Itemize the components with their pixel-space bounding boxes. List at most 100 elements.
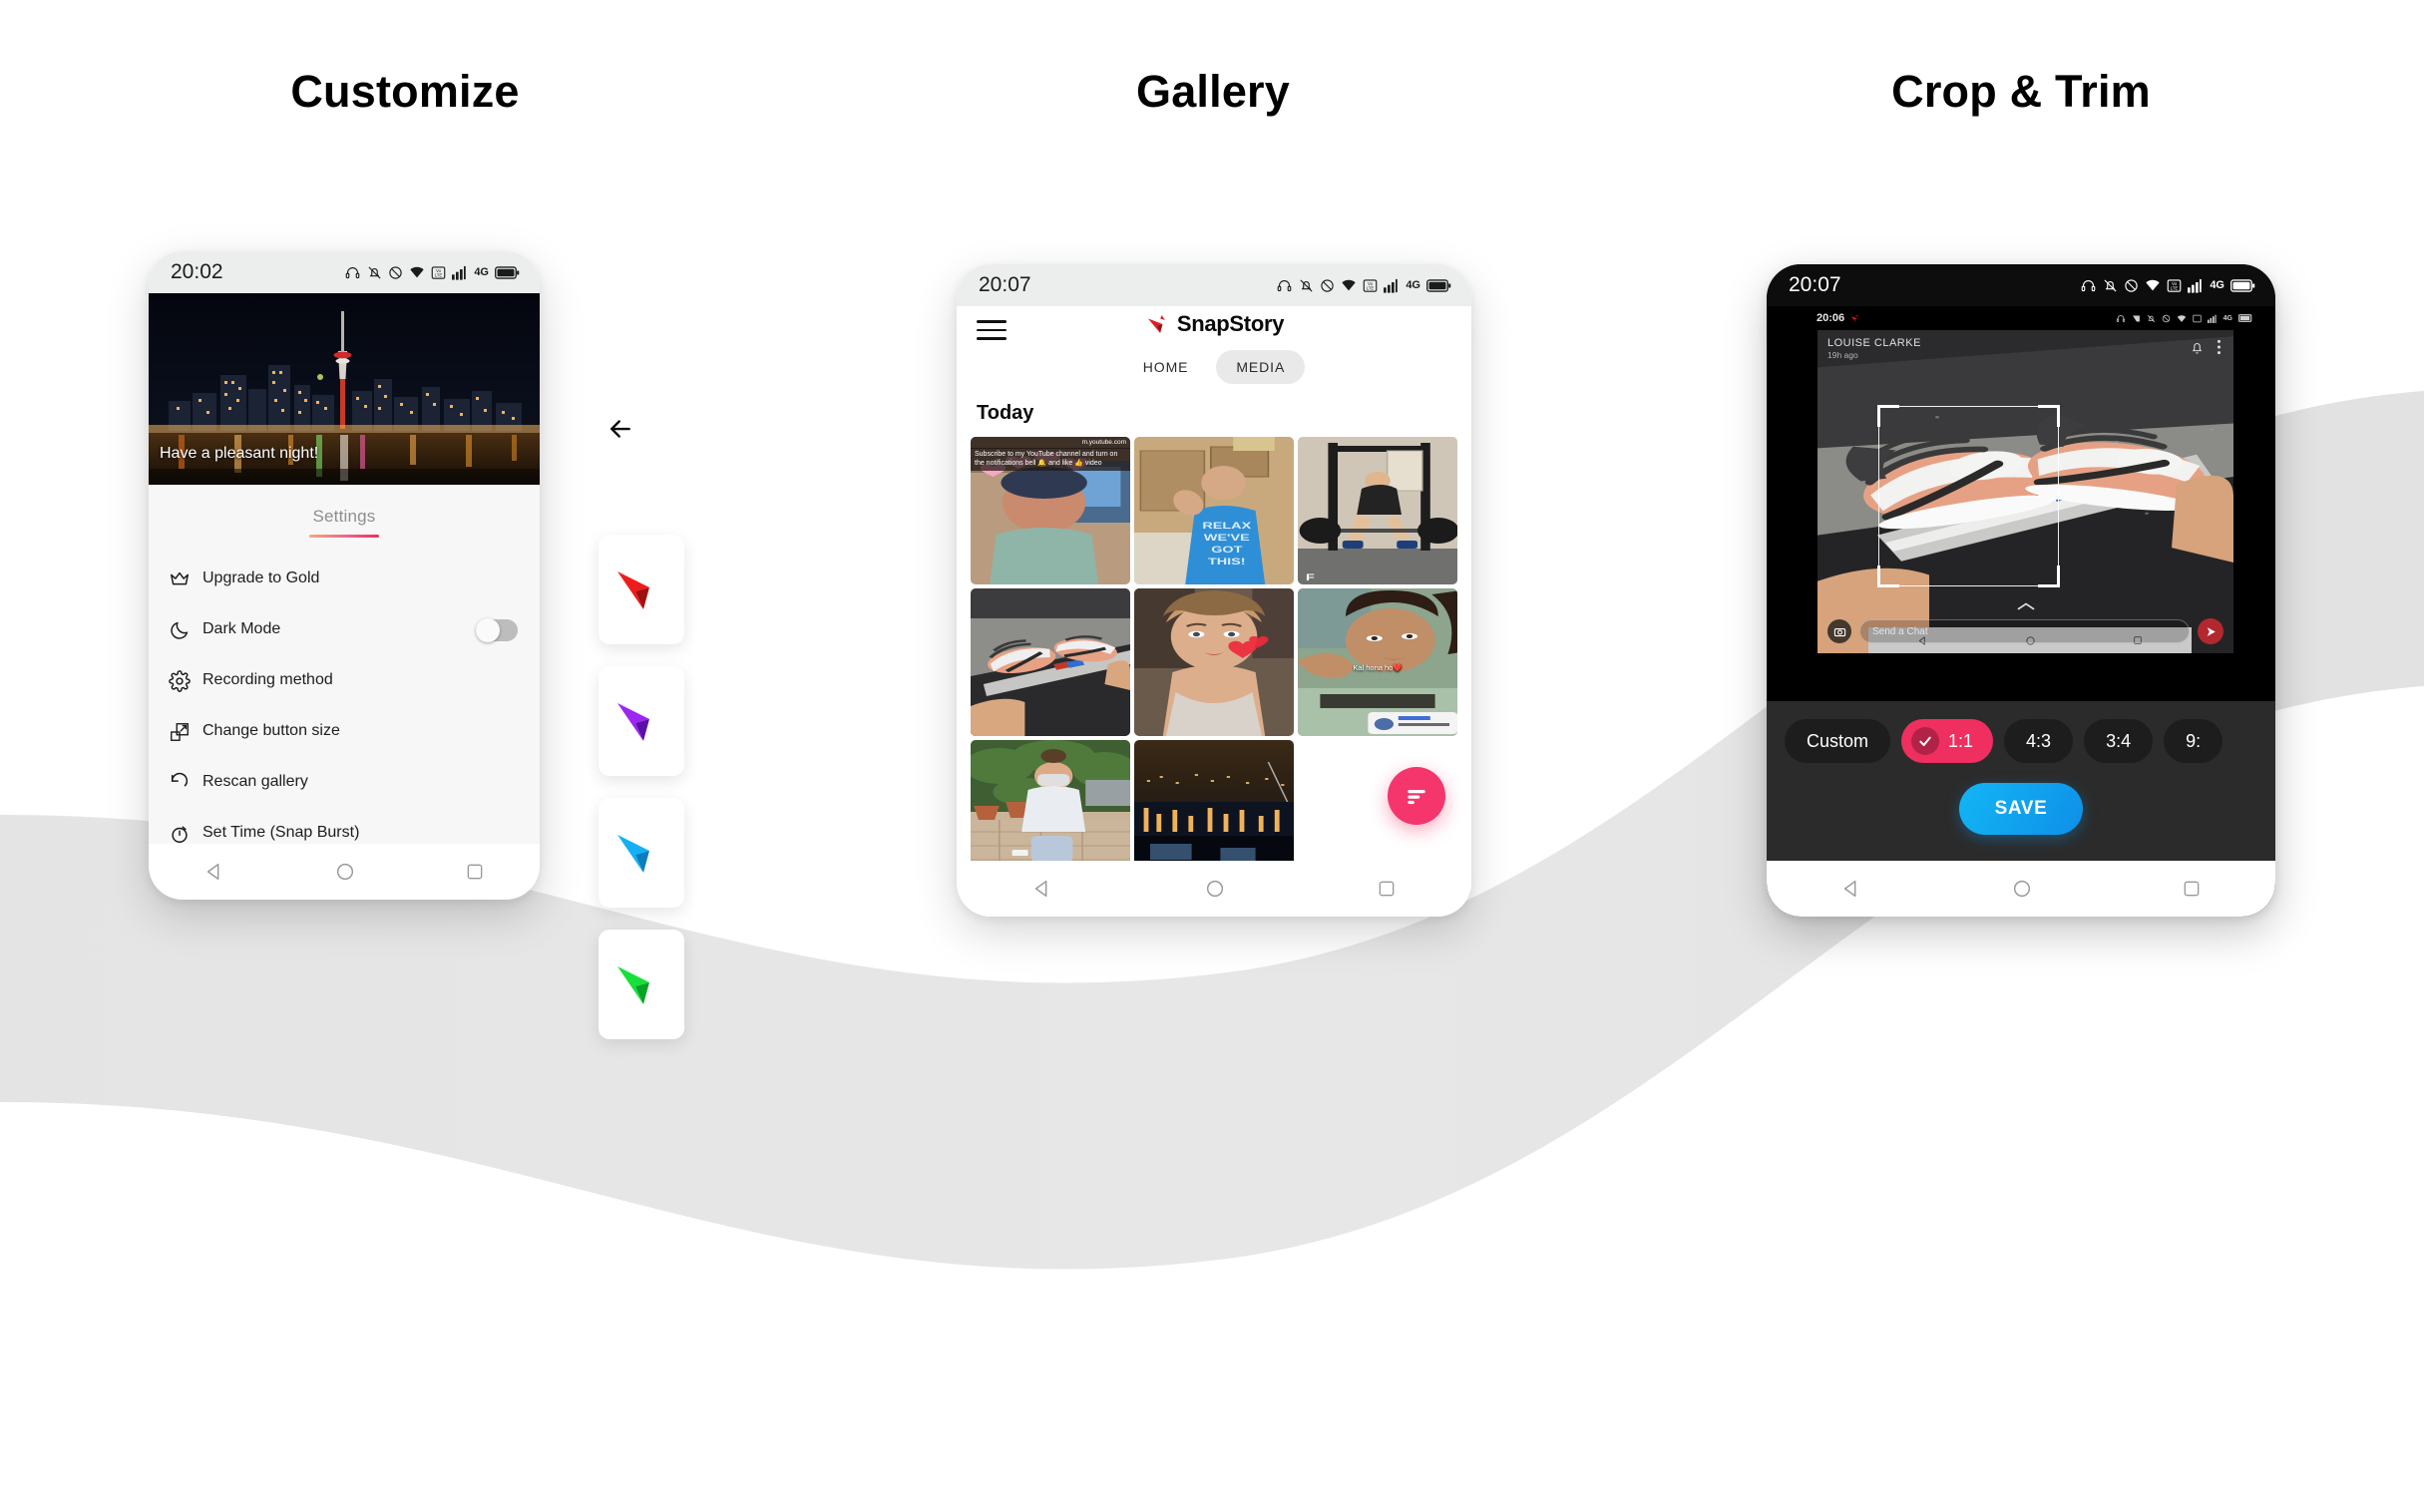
do-not-disturb-icon xyxy=(1321,278,1334,292)
cast-icon xyxy=(2132,315,2140,321)
bell-off-icon xyxy=(368,265,381,279)
thumb-overlay-caption: Subscribe to my YouTube channel and turn… xyxy=(971,447,1130,472)
back-nav-icon[interactable] xyxy=(1031,878,1053,900)
recents-nav-icon[interactable] xyxy=(2182,879,2202,899)
media-thumb-youtube-selfie[interactable]: m.youtube.com Subscribe to my YouTube ch… xyxy=(971,436,1130,584)
media-thumb-sneakers-car[interactable] xyxy=(971,587,1130,736)
headset-icon xyxy=(2082,279,2096,291)
settings-row-set-time[interactable]: Set Time (Snap Burst) xyxy=(149,808,540,844)
status-icons: Vo LTE 4G xyxy=(344,265,520,280)
crop-handle-top-left[interactable] xyxy=(1877,405,1900,428)
media-thumb-selfie-kiss[interactable] xyxy=(1134,587,1294,736)
crop-stage[interactable]: 20:06 4G LOUISE CLARKE 19h ago Send a Ch… xyxy=(1767,306,2275,701)
ratio-chip-3-4[interactable]: 3:4 xyxy=(2084,719,2154,763)
android-nav-bar-phone2 xyxy=(957,861,1471,917)
media-thumb-girl-bed[interactable]: Kal hona ho❤️ xyxy=(1298,587,1457,736)
arrow-left-icon xyxy=(610,420,630,438)
color-variant-card-green[interactable] xyxy=(599,930,684,1039)
heading-customize: Customize xyxy=(290,66,520,117)
back-nav-icon[interactable] xyxy=(203,861,225,883)
star-icon-green xyxy=(617,966,649,1004)
bell-icon[interactable] xyxy=(2190,340,2205,355)
sort-filter-fab[interactable] xyxy=(1388,767,1445,825)
do-not-disturb-icon xyxy=(389,265,402,279)
star-icon-purple xyxy=(617,703,649,741)
home-nav-icon[interactable] xyxy=(1204,878,1226,900)
section-title-today: Today xyxy=(977,401,1034,424)
settings-row-upgrade-to-gold[interactable]: Upgrade to Gold xyxy=(149,554,540,604)
settings-row-label: Rescan gallery xyxy=(202,773,308,791)
media-thumb-city-night[interactable]: MORGAN STANLEY xyxy=(1134,739,1294,861)
android-nav-bar-phone1 xyxy=(149,844,540,900)
recents-nav-icon[interactable] xyxy=(465,862,485,882)
ratio-chip-label: 3:4 xyxy=(2106,730,2132,751)
signal-bars-icon xyxy=(452,265,467,280)
battery-icon xyxy=(495,265,520,279)
media-thumb-relax-tshirt[interactable]: RELAX WE'VE GOT THIS! xyxy=(1134,436,1294,584)
recents-nav-icon[interactable] xyxy=(1377,879,1397,899)
app-brand: SnapStory xyxy=(1144,311,1284,337)
settings-tab-header[interactable]: Settings xyxy=(149,485,540,540)
tab-home[interactable]: HOME xyxy=(1123,350,1209,384)
crop-handle-bottom-left[interactable] xyxy=(1877,565,1900,587)
toggle-dark-mode[interactable] xyxy=(476,617,518,642)
aspect-ratio-chips: Custom 1:1 4:3 3:4 9: xyxy=(1767,719,2275,763)
signal-bars-icon xyxy=(1384,278,1399,293)
svg-text:LTE: LTE xyxy=(435,272,443,277)
color-variant-card-blue[interactable] xyxy=(599,798,684,908)
signal-bars-icon xyxy=(2188,278,2203,293)
save-button[interactable]: SAVE xyxy=(1959,783,2083,835)
send-a-chat-input[interactable]: Send a Chat xyxy=(1859,619,2190,643)
back-nav-icon[interactable] xyxy=(1840,878,1862,900)
hamburger-menu-icon[interactable] xyxy=(977,320,1007,340)
more-vertical-icon[interactable] xyxy=(2217,339,2222,355)
ratio-chip-label: Custom xyxy=(1807,730,1869,751)
ratio-chip-1-1[interactable]: 1:1 xyxy=(1901,719,1994,763)
heading-crop-trim: Crop & Trim xyxy=(1891,66,2151,117)
hero-caption: Have a pleasant night! xyxy=(160,445,319,462)
media-thumb-gym-deadlift[interactable]: F xyxy=(1298,436,1457,584)
chevron-up-icon[interactable] xyxy=(2015,601,2037,611)
inner-status-bar: 20:06 4G xyxy=(1767,306,2275,330)
settings-row-recording-method[interactable]: Recording method xyxy=(149,655,540,706)
status-bar-phone3: 20:07 Vo LTE 4G xyxy=(1767,264,2275,306)
color-variant-card-red[interactable] xyxy=(599,535,684,644)
ratio-chip-custom[interactable]: Custom xyxy=(1785,719,1891,763)
settings-row-change-button-size[interactable]: Change button size xyxy=(149,706,540,757)
home-nav-icon[interactable] xyxy=(2011,878,2033,900)
wifi-icon xyxy=(2177,314,2186,322)
hero-image-night-city: Have a pleasant night! xyxy=(149,293,540,485)
send-icon[interactable] xyxy=(2198,618,2223,644)
status-bar-phone2: 20:07 Vo LTE 4G xyxy=(957,264,1471,306)
crown-icon xyxy=(169,568,202,590)
do-not-disturb-icon xyxy=(2125,278,2138,292)
headset-icon xyxy=(2116,314,2125,322)
ratio-chip-label: 1:1 xyxy=(1948,730,1974,751)
back-arrow-button[interactable] xyxy=(599,407,642,451)
thumb-art xyxy=(971,587,1130,736)
status-bar-phone1: 20:02 Vo LTE 4G xyxy=(149,251,540,293)
ratio-chip-9-16[interactable]: 9: xyxy=(2164,719,2223,763)
media-thumb-street-mask[interactable] xyxy=(971,739,1130,861)
4g-icon: 4G xyxy=(2222,314,2232,322)
phone-crop-trim: 20:07 Vo LTE 4G 20:06 4G LOUISE CLARKE 1… xyxy=(1767,264,2275,917)
settings-row-dark-mode[interactable]: Dark Mode xyxy=(149,604,540,655)
home-nav-icon[interactable] xyxy=(334,861,356,883)
color-variant-card-purple[interactable] xyxy=(599,666,684,776)
settings-row-rescan-gallery[interactable]: Rescan gallery xyxy=(149,757,540,808)
bell-off-icon xyxy=(2104,278,2117,292)
signal-bars-icon xyxy=(2207,314,2217,323)
crop-selection-frame[interactable] xyxy=(1877,405,2060,587)
ratio-chip-4-3[interactable]: 4:3 xyxy=(2004,719,2074,763)
settings-row-label: Change button size xyxy=(202,722,340,740)
thumb-art: MORGAN STANLEY xyxy=(1134,739,1294,861)
tab-media[interactable]: MEDIA xyxy=(1216,349,1306,384)
phone-customize: 20:02 Vo LTE 4G Have a pleasant night! S… xyxy=(149,251,540,900)
settings-row-label: Dark Mode xyxy=(202,620,281,638)
crop-handle-top-right[interactable] xyxy=(2037,405,2060,428)
android-nav-bar-phone3 xyxy=(1767,861,2275,917)
camera-icon[interactable] xyxy=(1827,619,1851,643)
check-icon xyxy=(1911,727,1940,755)
crop-handle-bottom-right[interactable] xyxy=(2037,565,2060,587)
volte-icon: VoLTE xyxy=(1364,278,1378,292)
